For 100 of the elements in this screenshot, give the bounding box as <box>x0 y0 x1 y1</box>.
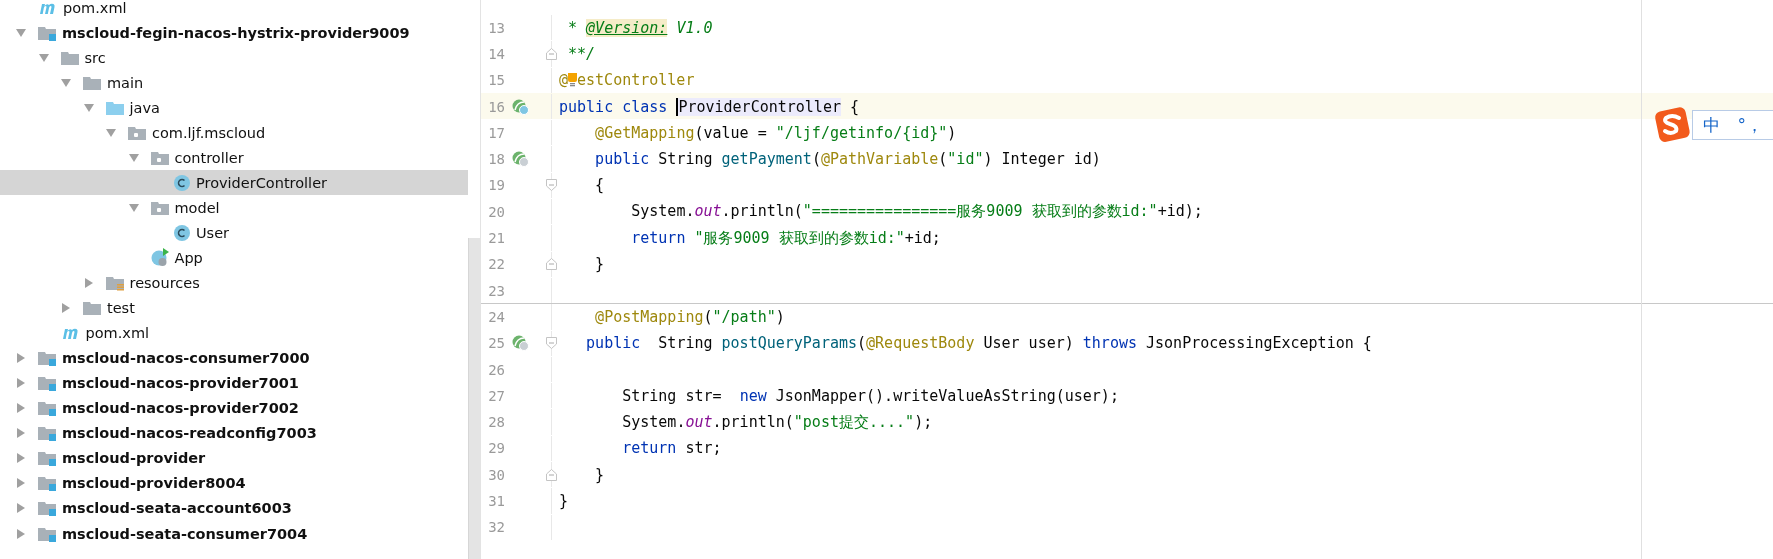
fold-marker-icon[interactable] <box>546 468 557 481</box>
tree-item[interactable]: java <box>0 95 468 121</box>
maven-m-icon <box>60 326 81 341</box>
runnable-class-icon <box>150 248 170 268</box>
class-icon <box>173 173 191 192</box>
module-folder-icon <box>38 475 57 492</box>
expanded-arrow-icon[interactable] <box>16 27 26 38</box>
line-number: 31 <box>487 493 505 509</box>
collapsed-arrow-icon[interactable] <box>16 403 26 414</box>
code-line: } <box>559 492 569 510</box>
module-folder-icon <box>38 500 57 517</box>
tree-item[interactable]: test <box>0 295 468 321</box>
collapsed-arrow-icon[interactable] <box>16 353 26 364</box>
input-mode-text[interactable]: 中 <box>1702 113 1720 137</box>
collapsed-arrow-icon[interactable] <box>16 453 26 464</box>
collapsed-arrow-icon[interactable] <box>83 278 94 289</box>
line-number: 20 <box>487 203 505 220</box>
package-folder-icon <box>150 149 170 166</box>
tree-item[interactable]: mscloud-seata-account6003 <box>0 495 468 521</box>
tree-item[interactable]: pom.xml <box>0 320 468 346</box>
tree-item[interactable]: mscloud-nacos-readconfig7003 <box>0 420 468 446</box>
tree-item[interactable]: ProviderController <box>0 170 468 196</box>
line-number: 16 <box>487 98 505 115</box>
spring-bean-icon[interactable] <box>511 335 529 352</box>
code-line: public String getPayment(@PathVariable("id") Integer id) <box>594 150 1101 169</box>
spring-bean-icon[interactable] <box>511 151 529 168</box>
tree-item[interactable]: model <box>0 195 468 221</box>
expanded-arrow-icon[interactable] <box>61 77 71 88</box>
line-number: 21 <box>487 230 505 246</box>
line-number: 19 <box>487 177 505 194</box>
collapsed-arrow-icon[interactable] <box>16 428 26 439</box>
line-number: 17 <box>487 124 505 141</box>
module-folder-icon <box>38 425 57 442</box>
tree-item[interactable]: pom.xml <box>0 0 468 21</box>
tree-item[interactable]: mscloud-nacos-provider7002 <box>0 395 468 421</box>
lightbulb-icon[interactable] <box>568 72 578 89</box>
line-number: 32 <box>487 519 505 536</box>
folder-icon <box>83 300 102 317</box>
code-line: { <box>594 176 605 195</box>
folder-icon <box>83 74 102 91</box>
tree-item[interactable]: com.ljf.mscloud <box>0 120 468 146</box>
source-folder-icon <box>105 99 125 116</box>
fold-marker-icon[interactable] <box>546 179 557 192</box>
code-line: **/ <box>567 44 596 63</box>
spring-bean-icon[interactable] <box>511 98 529 115</box>
package-folder-icon <box>150 199 170 216</box>
tree-item[interactable]: mscloud-seata-consumer7004 <box>0 521 468 547</box>
tree-item[interactable]: src <box>0 45 468 71</box>
expanded-arrow-icon[interactable] <box>106 127 116 138</box>
line-number: 30 <box>487 466 505 483</box>
code-line: public String postQueryParams(@RequestBody User user) throws JsonProcessingException { <box>585 334 1372 353</box>
expanded-arrow-icon[interactable] <box>128 202 139 213</box>
line-number: 14 <box>487 45 505 62</box>
module-folder-icon <box>38 450 57 467</box>
class-icon <box>173 223 191 242</box>
fold-marker-icon[interactable] <box>546 47 557 60</box>
tree-item[interactable]: mscloud-nacos-provider7001 <box>0 370 468 396</box>
module-folder-icon <box>38 24 57 41</box>
code-line: } <box>594 465 605 484</box>
tree-item[interactable]: User <box>0 220 468 246</box>
code-line: * @Version: V1.0 <box>567 18 713 37</box>
collapsed-arrow-icon[interactable] <box>16 378 26 389</box>
expanded-arrow-icon[interactable] <box>128 152 139 163</box>
tree-item[interactable]: main <box>0 70 468 96</box>
tree-item[interactable]: mscloud-provider8004 <box>0 470 468 496</box>
tree-item[interactable]: mscloud-nacos-consumer7000 <box>0 345 468 371</box>
code-line: System.out.println("================服务9009 获取到的参数id:"+id); <box>630 202 1203 222</box>
code-line: @PostMapping("/path") <box>594 307 785 326</box>
collapsed-arrow-icon[interactable] <box>16 503 26 514</box>
tree-item[interactable]: mscloud-provider <box>0 445 468 471</box>
expanded-arrow-icon[interactable] <box>38 52 49 63</box>
code-line: } <box>594 255 605 274</box>
module-folder-icon <box>38 375 57 392</box>
collapsed-arrow-icon[interactable] <box>16 478 26 489</box>
resources-folder-icon <box>105 275 125 292</box>
collapsed-arrow-icon[interactable] <box>16 528 26 539</box>
package-folder-icon <box>128 124 147 141</box>
line-number: 18 <box>487 151 505 168</box>
tree-item[interactable]: App <box>0 245 468 271</box>
folder-icon <box>60 49 80 66</box>
punctuation-mode-text[interactable]: °， <box>1737 113 1763 137</box>
module-folder-icon <box>38 525 57 542</box>
tree-item[interactable]: controller <box>0 145 468 171</box>
line-number: 15 <box>487 72 505 89</box>
collapsed-arrow-icon[interactable] <box>61 303 71 314</box>
fold-marker-icon[interactable] <box>546 258 557 271</box>
line-number: 26 <box>487 361 505 378</box>
code-line: return str; <box>621 439 722 458</box>
code-line: @GetMapping(value = "/ljf/getinfo/{id}") <box>594 123 957 142</box>
tree-item[interactable]: resources <box>0 270 468 296</box>
line-number: 29 <box>487 440 505 457</box>
code-line: public class ProviderController { <box>559 97 860 116</box>
code-line: return "服务9009 获取到的参数id:"+id; <box>630 228 941 248</box>
fold-marker-icon[interactable] <box>546 337 557 350</box>
expanded-arrow-icon[interactable] <box>83 102 94 113</box>
line-number: 13 <box>487 19 505 36</box>
tree-item[interactable]: mscloud-fegin-nacos-hystrix-provider9009 <box>0 20 468 46</box>
scrollbar[interactable] <box>468 238 480 559</box>
code-line: @ <box>559 71 569 90</box>
line-number: 28 <box>487 414 505 431</box>
